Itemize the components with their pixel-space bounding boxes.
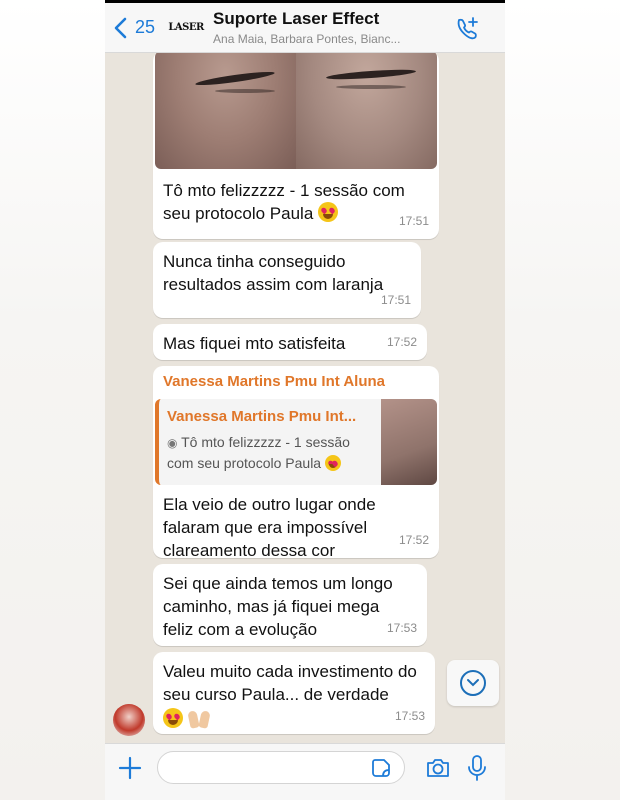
message-text: Sei que ainda temos um longo caminho, ma… <box>163 574 393 639</box>
photo-left-eye <box>155 53 296 169</box>
add-call-icon[interactable] <box>453 15 481 43</box>
quoted-photo-thumbnail <box>381 399 437 485</box>
camera-icon[interactable] <box>425 756 451 780</box>
reply-message-bubble[interactable]: Vanessa Martins Pmu Int Aluna Vanessa Ma… <box>153 366 439 560</box>
chat-header: 25 LASER Suporte Laser Effect Ana Maia, … <box>105 3 505 53</box>
shared-photo[interactable] <box>155 53 437 169</box>
photo-right-eye <box>296 53 437 169</box>
back-button[interactable]: 25 <box>113 17 155 39</box>
quoted-message[interactable]: Vanessa Martins Pmu Int... ◉ Tô mto feli… <box>155 399 437 485</box>
message-time: 17:53 <box>394 709 425 723</box>
plus-icon[interactable] <box>117 755 143 781</box>
message-text: Valeu muito cada investimento do seu cur… <box>163 662 417 704</box>
microphone-icon[interactable] <box>467 754 487 782</box>
chat-title-area[interactable]: Suporte Laser Effect Ana Maia, Barbara P… <box>213 9 433 46</box>
quoted-text: ◉ Tô mto felizzzzz - 1 sessão com seu pr… <box>167 434 350 471</box>
group-avatar[interactable]: LASER <box>168 13 204 43</box>
unread-count: 25 <box>135 17 156 37</box>
sender-avatar[interactable] <box>113 704 145 736</box>
message-time: 17:52 <box>398 533 429 547</box>
message-bubble[interactable]: Sei que ainda temos um longo caminho, ma… <box>153 564 427 646</box>
message-time: 17:51 <box>380 293 411 307</box>
sender-name[interactable]: Vanessa Martins Pmu Int Aluna <box>155 370 437 393</box>
group-members: Ana Maia, Barbara Pontes, Bianc... <box>213 32 401 46</box>
heart-eyes-emoji-icon <box>324 455 341 471</box>
message-text: Mas fiquei mto satisfeita <box>163 334 346 353</box>
heart-eyes-emoji-icon <box>318 202 339 222</box>
whatsapp-screen: 25 LASER Suporte Laser Effect Ana Maia, … <box>105 0 505 800</box>
message-text: Tô mto felizzzzz - 1 sessão com seu prot… <box>163 181 405 223</box>
message-time: 17:51 <box>398 214 429 228</box>
scroll-to-bottom-button[interactable] <box>447 660 499 706</box>
message-text: Ela veio de outro lugar onde falaram que… <box>163 495 376 560</box>
raising-hands-emoji-icon <box>187 708 211 729</box>
sticker-icon[interactable] <box>371 758 391 778</box>
message-bubble[interactable]: Nunca tinha conseguido resultados assim … <box>153 242 421 318</box>
message-time: 17:52 <box>386 335 417 349</box>
message-time: 17:53 <box>386 621 417 635</box>
camera-small-icon: ◉ <box>167 436 178 450</box>
message-bubble[interactable]: Tô mto felizzzzz - 1 sessão com seu prot… <box>153 53 439 239</box>
chevron-left-icon <box>114 17 127 38</box>
message-bubble[interactable]: Mas fiquei mto satisfeita 17:52 <box>153 324 427 360</box>
message-bubble[interactable]: Valeu muito cada investimento do seu cur… <box>153 652 435 734</box>
chevron-down-icon <box>460 670 486 696</box>
heart-eyes-emoji-icon <box>163 708 183 728</box>
message-composer <box>105 743 505 800</box>
message-text: Nunca tinha conseguido resultados assim … <box>163 252 384 294</box>
message-input[interactable] <box>157 751 405 784</box>
message-list[interactable]: Tô mto felizzzzz - 1 sessão com seu prot… <box>105 53 505 743</box>
group-name: Suporte Laser Effect <box>213 9 380 28</box>
